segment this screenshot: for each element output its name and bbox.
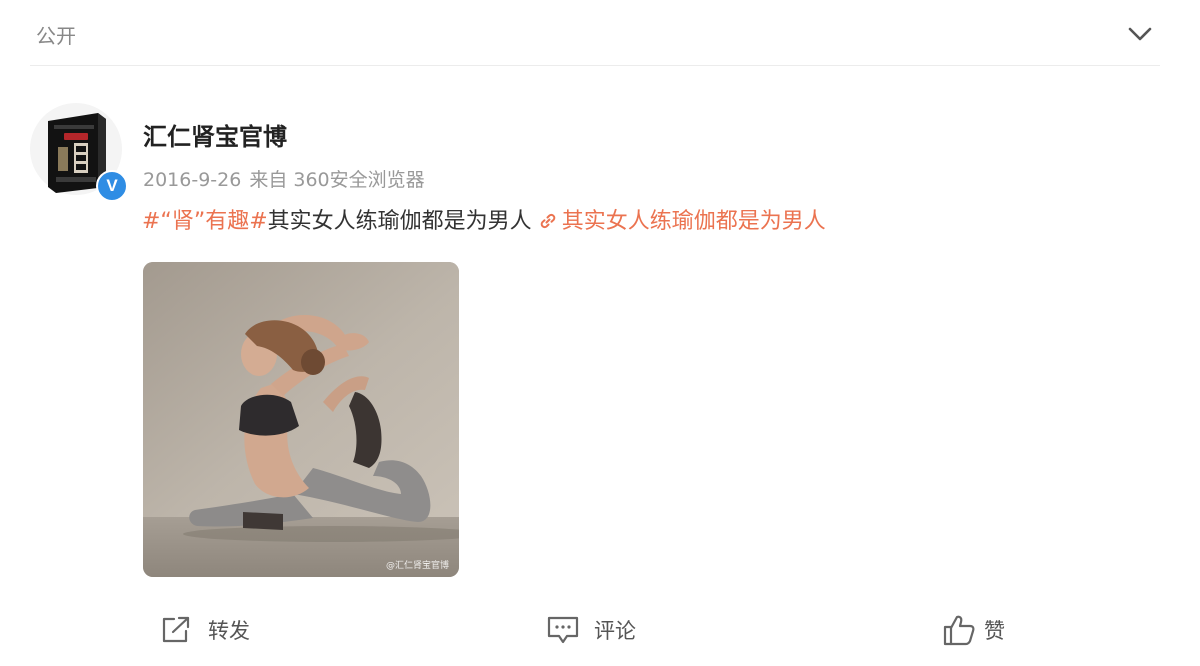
- collapse-button[interactable]: [1124, 18, 1156, 50]
- like-label: 赞: [984, 619, 1005, 643]
- post-meta: 2016-9-26 来自 360安全浏览器: [143, 166, 433, 194]
- post-body-text: 其实女人练瑜伽都是为男人: [267, 209, 532, 234]
- comment-icon: [547, 616, 579, 644]
- repost-button[interactable]: 转发: [160, 612, 250, 648]
- like-button[interactable]: 赞: [942, 612, 1005, 648]
- thumbs-up-icon: [943, 615, 975, 646]
- yoga-photo: [143, 262, 459, 577]
- comment-label: 评论: [594, 619, 636, 643]
- author-name[interactable]: 汇仁肾宝官博: [143, 121, 287, 153]
- repost-label: 转发: [208, 619, 250, 643]
- web-link[interactable]: 其实女人练瑜伽都是为男人: [562, 209, 826, 234]
- post-date[interactable]: 2016-9-26: [143, 169, 241, 191]
- image-watermark: @汇仁肾宝官博: [385, 561, 449, 571]
- header-divider: [30, 65, 1160, 66]
- post-content: #“肾”有趣#其实女人练瑜伽都是为男人 其实女人练瑜伽都是为男人: [142, 206, 826, 238]
- share-icon: [162, 616, 190, 643]
- post-source: 来自 360安全浏览器: [249, 169, 425, 191]
- chevron-down-icon[interactable]: [1124, 18, 1156, 50]
- verified-badge-icon: V: [96, 170, 128, 202]
- link-icon: [540, 213, 555, 229]
- comment-button[interactable]: 评论: [546, 612, 636, 648]
- post-image[interactable]: @汇仁肾宝官博: [143, 262, 459, 577]
- visibility-label: 公开: [36, 24, 76, 48]
- hashtag-link[interactable]: #“肾”有趣#: [142, 209, 268, 234]
- post-header-bar: 公开: [0, 0, 1200, 66]
